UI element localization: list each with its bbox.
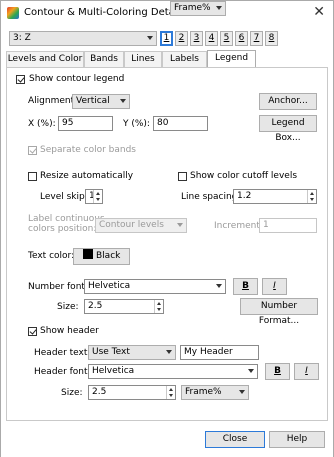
show-header-checkbox[interactable] bbox=[28, 327, 37, 336]
header-font-select[interactable]: Helvetica bbox=[88, 364, 258, 379]
header-units-value: Frame% bbox=[185, 387, 222, 397]
window-title: Contour & Multi-Coloring Details bbox=[24, 7, 186, 18]
legend-box-button[interactable]: Legend Box... bbox=[259, 115, 317, 143]
header-text-input[interactable]: My Header bbox=[180, 345, 259, 360]
alignment-value: Vertical bbox=[76, 96, 110, 106]
show-header-label: Show header bbox=[40, 326, 99, 336]
number-tab-3[interactable]: 3 bbox=[190, 31, 203, 46]
number-size-input[interactable]: 2.5 bbox=[84, 299, 164, 314]
number-format-button[interactable]: Number Format... bbox=[240, 298, 318, 326]
number-units-select[interactable]: Frame% bbox=[170, 1, 226, 16]
header-font-value: Helvetica bbox=[92, 366, 135, 376]
line-spacing-input[interactable]: 1.2 bbox=[233, 189, 317, 204]
dropdown-arrow-icon bbox=[166, 350, 172, 354]
show-contour-legend-label: Show contour legend bbox=[29, 74, 125, 84]
y-percent-label: Y (%): bbox=[123, 119, 150, 129]
y-percent-input[interactable]: 80 bbox=[153, 116, 208, 131]
line-spacing-value: 1.2 bbox=[237, 191, 252, 201]
tab-levels-and-color[interactable]: Levels and Color bbox=[6, 51, 84, 67]
label-position-select[interactable]: Contour levels bbox=[95, 218, 187, 233]
header-bold-button[interactable]: B bbox=[265, 363, 290, 380]
number-tab-6[interactable]: 6 bbox=[235, 31, 248, 46]
header-text-mode-value: Use Text bbox=[92, 347, 130, 357]
number-tab-1[interactable]: 1 bbox=[160, 31, 173, 46]
dropdown-arrow-icon bbox=[120, 99, 126, 103]
header-italic-button[interactable]: I bbox=[294, 363, 319, 380]
number-italic-button[interactable]: I bbox=[262, 278, 287, 295]
text-color-value: Black bbox=[96, 251, 121, 261]
number-tab-7[interactable]: 7 bbox=[250, 31, 263, 46]
number-font-label: Number font: bbox=[28, 282, 88, 292]
label-position-value: Contour levels bbox=[99, 220, 164, 230]
dropdown-arrow-icon bbox=[177, 223, 183, 227]
color-swatch bbox=[83, 249, 93, 259]
number-size-value: 2.5 bbox=[88, 301, 103, 311]
header-units-select[interactable]: Frame% bbox=[181, 385, 249, 400]
header-size-input[interactable]: 2.5 bbox=[88, 385, 176, 400]
number-font-select[interactable]: Helvetica bbox=[84, 279, 226, 294]
close-button[interactable]: Close bbox=[205, 431, 265, 448]
increment-input[interactable]: 1 bbox=[259, 218, 317, 233]
show-contour-legend-checkbox[interactable] bbox=[16, 75, 25, 84]
number-size-label: Size: bbox=[57, 302, 79, 312]
text-color-label: Text color: bbox=[28, 251, 75, 261]
number-tab-2[interactable]: 2 bbox=[175, 31, 188, 46]
label-position-label-line2: colors position: bbox=[28, 224, 97, 234]
dropdown-arrow-icon bbox=[216, 284, 222, 288]
dialog-window: Contour & Multi-Coloring Details ✕ 3: Z … bbox=[0, 0, 334, 457]
show-color-cutoff-checkbox[interactable] bbox=[178, 172, 187, 181]
anchor-button[interactable]: Anchor... bbox=[259, 93, 317, 110]
text-color-button[interactable]: Black bbox=[73, 248, 130, 265]
tab-labels[interactable]: Labels bbox=[162, 51, 207, 67]
dropdown-arrow-icon bbox=[239, 390, 245, 394]
tab-bands[interactable]: Bands bbox=[84, 51, 124, 67]
x-percent-input[interactable]: 95 bbox=[58, 116, 113, 131]
number-bold-button[interactable]: B bbox=[233, 278, 258, 295]
dropdown-arrow-icon bbox=[147, 36, 153, 40]
x-percent-label: X (%): bbox=[28, 119, 56, 129]
dropdown-arrow-icon bbox=[215, 6, 222, 10]
spin-arrows-icon[interactable] bbox=[166, 386, 175, 399]
header-text-label: Header text: bbox=[34, 348, 91, 358]
number-tab-5[interactable]: 5 bbox=[220, 31, 233, 46]
line-spacing-label: Line spacing: bbox=[181, 192, 241, 202]
dropdown-arrow-icon bbox=[248, 369, 254, 373]
number-font-value: Helvetica bbox=[88, 281, 131, 291]
number-tab-8[interactable]: 8 bbox=[265, 31, 278, 46]
dialog-footer: Close Help bbox=[1, 421, 333, 457]
level-skip-input[interactable]: 1 bbox=[85, 189, 103, 204]
spin-arrows-icon[interactable] bbox=[307, 190, 316, 203]
separate-color-bands-label: Separate color bands bbox=[40, 145, 136, 155]
header-size-label: Size: bbox=[61, 388, 83, 398]
spin-arrows-icon[interactable] bbox=[93, 190, 102, 203]
window-close-icon[interactable]: ✕ bbox=[313, 4, 325, 20]
increment-label: Increment: bbox=[214, 221, 263, 231]
show-color-cutoff-label: Show color cutoff levels bbox=[190, 171, 298, 181]
title-bar: Contour & Multi-Coloring Details ✕ bbox=[1, 1, 333, 25]
level-skip-label: Level skip: bbox=[40, 192, 88, 202]
number-units-value: Frame% bbox=[174, 3, 211, 13]
app-icon bbox=[7, 7, 19, 19]
tab-lines[interactable]: Lines bbox=[124, 51, 162, 67]
alignment-select[interactable]: Vertical bbox=[72, 94, 130, 109]
help-button[interactable]: Help bbox=[269, 431, 325, 448]
resize-automatically-checkbox[interactable] bbox=[28, 172, 37, 181]
header-text-mode-select[interactable]: Use Text bbox=[88, 345, 176, 360]
label-position-label-line1: Label continuous bbox=[28, 214, 105, 224]
header-size-value: 2.5 bbox=[92, 387, 107, 397]
resize-automatically-label: Resize automatically bbox=[40, 171, 134, 181]
alignment-label: Alignment: bbox=[28, 96, 78, 106]
spin-arrows-icon[interactable] bbox=[154, 300, 163, 313]
header-font-label: Header font: bbox=[34, 367, 91, 377]
separate-color-bands-checkbox[interactable] bbox=[28, 146, 37, 155]
tab-legend[interactable]: Legend bbox=[207, 50, 256, 67]
variable-select[interactable]: 3: Z bbox=[9, 31, 157, 46]
variable-select-value: 3: Z bbox=[13, 33, 31, 43]
number-tab-4[interactable]: 4 bbox=[205, 31, 218, 46]
